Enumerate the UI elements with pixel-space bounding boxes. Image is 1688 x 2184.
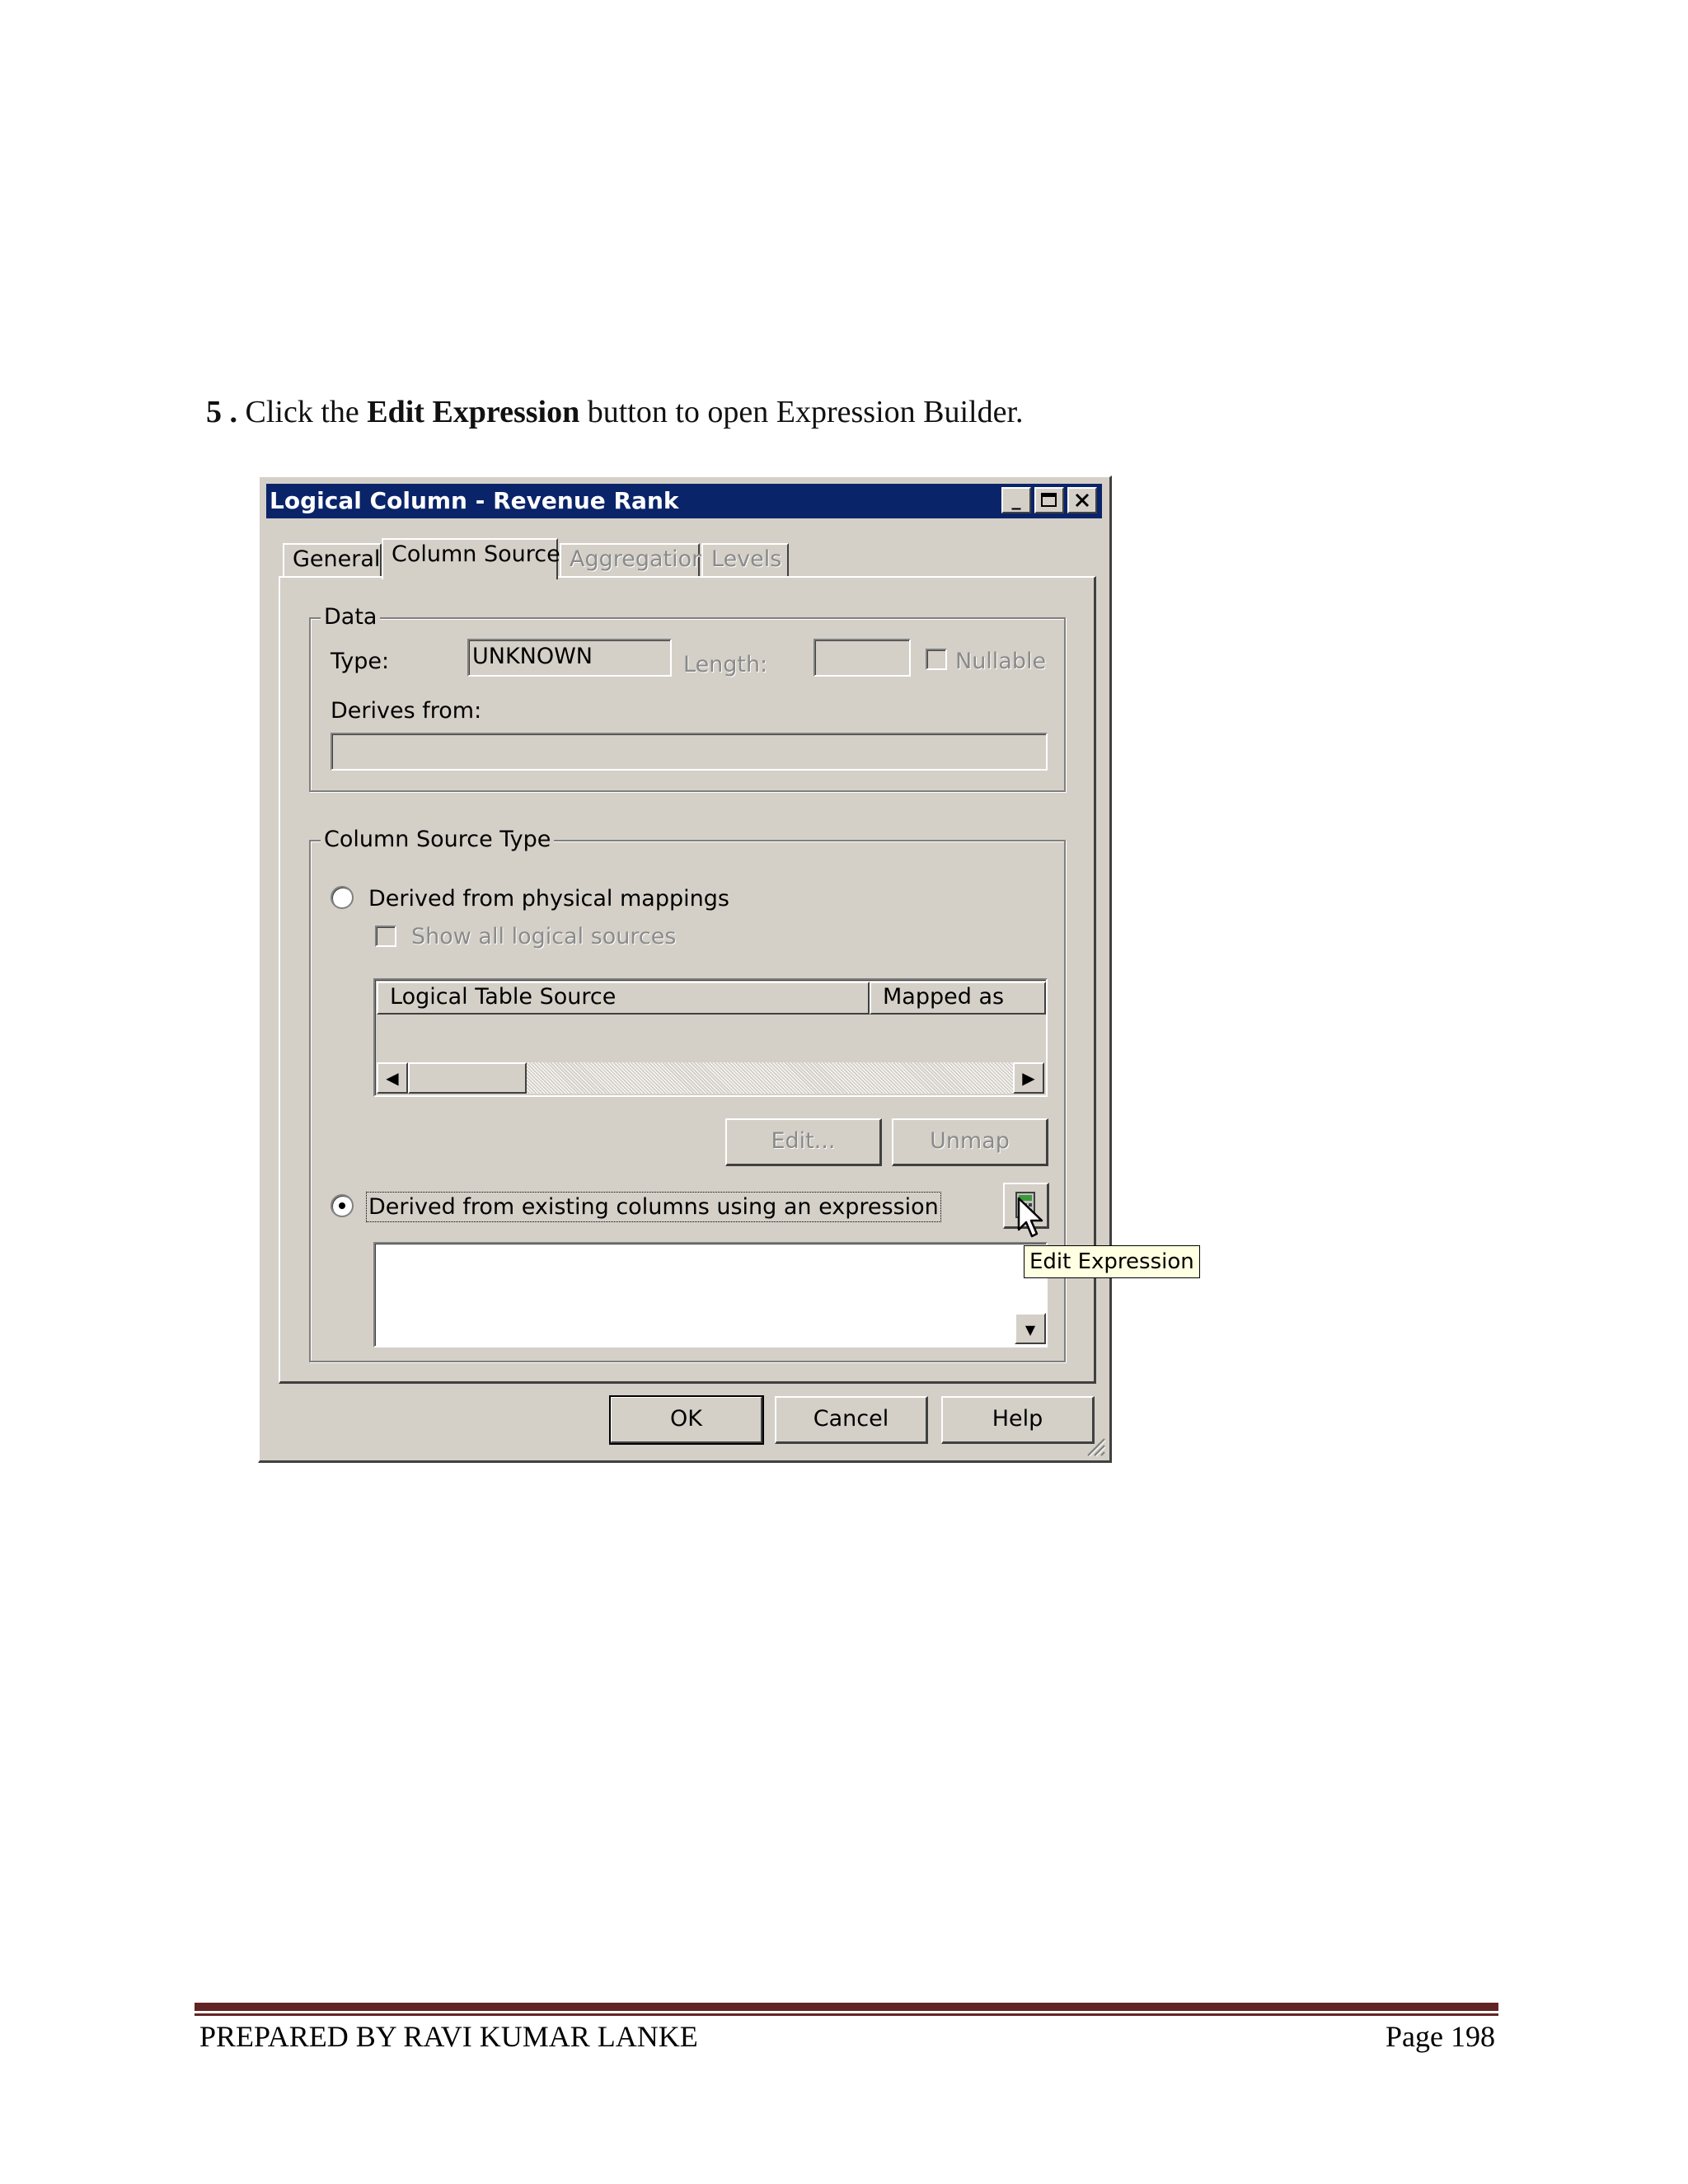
expression-radio[interactable] bbox=[331, 1194, 354, 1217]
horizontal-scrollbar[interactable]: ◀ ▶ bbox=[377, 1062, 1044, 1094]
minimize-button[interactable]: _ bbox=[1001, 487, 1031, 513]
expression-textarea[interactable] bbox=[373, 1242, 1048, 1347]
close-button[interactable] bbox=[1067, 487, 1097, 513]
page-number: Page 198 bbox=[1386, 2020, 1495, 2053]
unmap-button[interactable]: Unmap bbox=[892, 1118, 1048, 1166]
footer-rule-thin bbox=[195, 2013, 1498, 2016]
scroll-down-button[interactable]: ▼ bbox=[1015, 1313, 1046, 1344]
instruction-post: button to open Expression Builder. bbox=[587, 395, 1024, 429]
arrow-down-icon: ▼ bbox=[1025, 1322, 1036, 1338]
scroll-left-button[interactable]: ◀ bbox=[377, 1062, 408, 1094]
dialog-title: Logical Column - Revenue Rank bbox=[270, 487, 679, 514]
edit-button[interactable]: Edit... bbox=[725, 1118, 882, 1166]
maximize-button[interactable] bbox=[1034, 487, 1064, 513]
logical-column-dialog: Logical Column - Revenue Rank _ General … bbox=[258, 476, 1112, 1463]
tab-aggregation[interactable]: Aggregation bbox=[560, 543, 706, 576]
column-source-type-legend: Column Source Type bbox=[321, 827, 555, 852]
show-all-logical-sources-checkbox[interactable] bbox=[375, 926, 396, 947]
column-source-panel: Data Type: UNKNOWN Length: Nullable Deri… bbox=[279, 576, 1096, 1384]
column-header-mapped-as[interactable]: Mapped as bbox=[870, 982, 1046, 1015]
length-label: Length: bbox=[683, 652, 768, 677]
cancel-button[interactable]: Cancel bbox=[775, 1396, 928, 1444]
help-button[interactable]: Help bbox=[941, 1396, 1095, 1444]
scroll-right-button[interactable]: ▶ bbox=[1013, 1062, 1044, 1094]
derives-from-field[interactable] bbox=[331, 733, 1048, 771]
instruction-text: 5 . Click the Edit Expression button to … bbox=[206, 394, 1024, 430]
close-icon bbox=[1075, 493, 1090, 508]
type-field[interactable]: UNKNOWN bbox=[467, 639, 672, 677]
derives-from-label: Derives from: bbox=[331, 698, 482, 724]
column-source-type-groupbox: Column Source Type Derived from physical… bbox=[309, 827, 1066, 1362]
tab-column-source[interactable]: Column Source bbox=[382, 538, 560, 579]
footer-rule bbox=[195, 2003, 1498, 2011]
expression-radio-label[interactable]: Derived from existing columns using an e… bbox=[366, 1192, 941, 1222]
tab-levels[interactable]: Levels bbox=[701, 543, 789, 576]
minimize-icon: _ bbox=[1011, 490, 1021, 510]
arrow-right-icon: ▶ bbox=[1022, 1068, 1035, 1088]
resize-grip-icon[interactable] bbox=[1083, 1434, 1106, 1457]
ok-button[interactable]: OK bbox=[609, 1395, 764, 1445]
mouse-pointer-icon bbox=[1017, 1197, 1043, 1238]
data-groupbox: Data Type: UNKNOWN Length: Nullable Deri… bbox=[309, 604, 1066, 792]
edit-expression-tooltip: Edit Expression bbox=[1024, 1245, 1200, 1278]
instruction-pre: Click the bbox=[245, 395, 359, 429]
logical-table-source-list[interactable]: Logical Table Source Mapped as ◀ ▶ bbox=[373, 978, 1048, 1097]
type-label: Type: bbox=[331, 649, 390, 674]
nullable-label: Nullable bbox=[955, 649, 1047, 674]
maximize-icon bbox=[1041, 493, 1057, 507]
tab-general[interactable]: General bbox=[283, 543, 382, 576]
length-field[interactable] bbox=[814, 639, 911, 677]
nullable-checkbox[interactable] bbox=[926, 649, 947, 670]
arrow-left-icon: ◀ bbox=[386, 1068, 399, 1088]
physical-mappings-radio[interactable] bbox=[331, 886, 354, 909]
physical-mappings-label[interactable]: Derived from physical mappings bbox=[368, 886, 729, 912]
scroll-thumb[interactable] bbox=[408, 1062, 527, 1094]
window-controls: _ bbox=[1001, 487, 1097, 513]
data-legend: Data bbox=[321, 604, 381, 630]
step-number: 5 . bbox=[206, 395, 237, 429]
instruction-bold: Edit Expression bbox=[367, 395, 580, 429]
title-bar[interactable]: Logical Column - Revenue Rank _ bbox=[266, 484, 1102, 518]
show-all-logical-sources-label: Show all logical sources bbox=[411, 924, 677, 949]
footer-author: PREPARED BY RAVI KUMAR LANKE bbox=[199, 2020, 698, 2053]
column-header-logical-table-source[interactable]: Logical Table Source bbox=[377, 982, 870, 1015]
